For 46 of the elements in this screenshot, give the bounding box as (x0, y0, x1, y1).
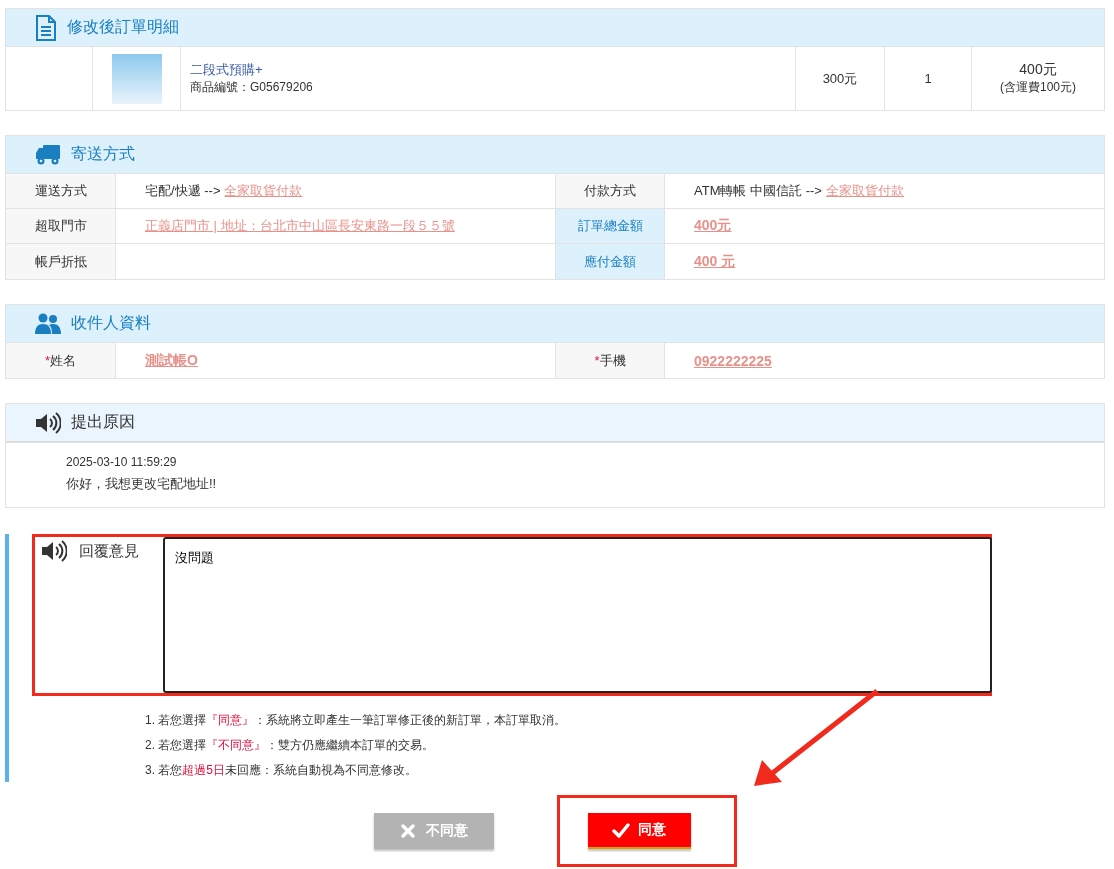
checkmark-icon (612, 822, 630, 838)
required-mark: * (594, 353, 600, 368)
reject-button[interactable]: 不同意 (373, 813, 494, 849)
field-value: ATM轉帳 中國信託 --> (694, 182, 822, 200)
value-link[interactable]: 正義店門市 | 地址：台北市中山區長安東路一段５５號 (145, 217, 455, 235)
shipping-note: (含運費100元) (1000, 79, 1076, 96)
table-cell: 300元 (796, 47, 885, 110)
product-link[interactable]: 二段式預購+ (190, 61, 263, 79)
section-title: 收件人資料 (71, 313, 151, 333)
speaker-icon (41, 540, 67, 562)
value-link[interactable]: 測試帳O (145, 351, 198, 370)
value-link[interactable]: 全家取貨付款 (825, 182, 904, 200)
value-link[interactable]: 400元 (694, 217, 732, 235)
label-text: 姓名 (50, 351, 77, 370)
users-icon (35, 312, 61, 335)
note-text: 2. 若您選擇『不同意』：雙方仍應繼續本訂單的交易。 (145, 737, 436, 754)
value-link[interactable]: 400 元 (694, 252, 736, 271)
value-link[interactable]: 全家取貨付款 (224, 182, 303, 200)
value-link[interactable]: 0922222225 (694, 352, 772, 369)
field-label: 回覆意見 (79, 541, 139, 561)
x-icon (399, 823, 418, 839)
label-text: 手機 (599, 351, 626, 370)
total-price: 400元 (1019, 61, 1057, 79)
field-label: 超取門市 (6, 209, 116, 244)
field-label: 運送方式 (6, 174, 116, 209)
message-text: 你好，我想更改宅配地址!! (66, 475, 218, 493)
required-mark: * (44, 353, 51, 368)
table-cell: 1 (885, 47, 972, 110)
document-icon (35, 14, 57, 41)
reply-textarea[interactable]: 沒問題 (163, 537, 992, 693)
note-text: 3. 若您超過5日未回應：系統自動視為不同意修改。 (145, 762, 419, 779)
timestamp: 2025-03-10 11:59:29 (66, 455, 178, 469)
field-label: 應付金額 (555, 244, 665, 279)
section-title: 寄送方式 (71, 144, 135, 164)
truck-icon (35, 143, 61, 166)
field-label: 訂單總金額 (555, 209, 665, 244)
agree-button[interactable]: 同意 (587, 813, 691, 849)
section-title: 修改後訂單明細 (67, 17, 179, 37)
section-title: 提出原因 (71, 412, 135, 432)
product-code: 商品編號：G05679206 (190, 79, 313, 96)
field-label: 帳戶折抵 (6, 244, 116, 279)
note-text: 1. 若您選擇『同意』：系統將立即產生一筆訂單修正後的新訂單，本訂單取消。 (145, 712, 568, 729)
photo-placeholder (111, 53, 162, 104)
speaker-icon (35, 411, 61, 434)
field-label: 付款方式 (555, 174, 665, 209)
field-value: 宅配/快遞 --> (145, 182, 221, 200)
